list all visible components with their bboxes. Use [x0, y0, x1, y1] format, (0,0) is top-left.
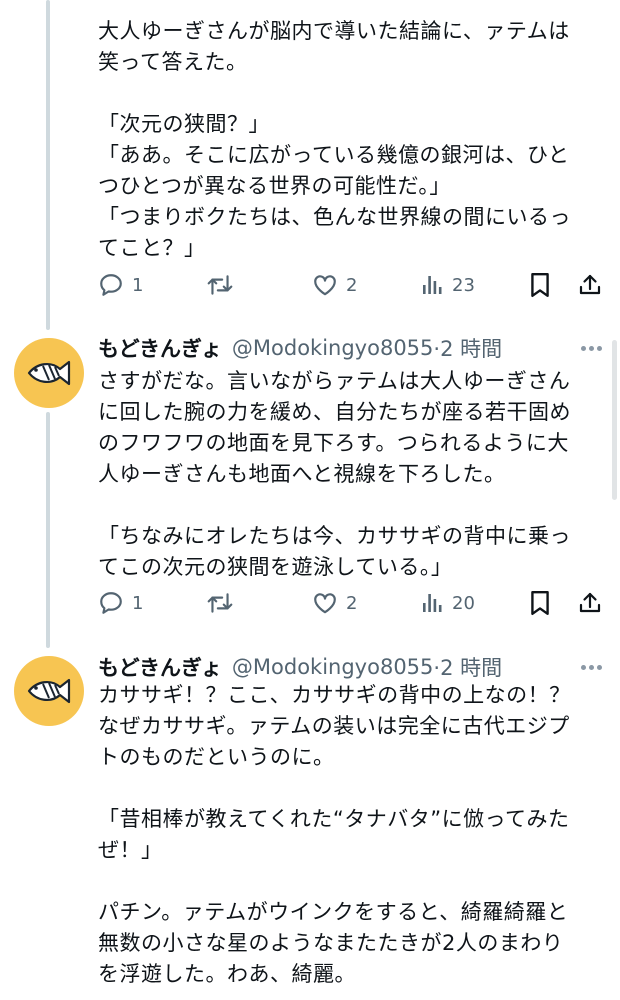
more-button[interactable] [578, 651, 602, 683]
reply-count: 1 [132, 592, 144, 614]
author-name[interactable]: もどきんぎょ [98, 333, 222, 363]
more-icon [581, 664, 586, 670]
retweet-icon [207, 275, 233, 295]
like-count: 2 [346, 274, 358, 296]
tweet-actions: 1 2 23 [98, 268, 602, 302]
heart-icon [314, 275, 336, 296]
author-name[interactable]: もどきんぎょ [98, 652, 222, 682]
bookmark-icon [531, 272, 549, 298]
share-icon [579, 274, 601, 295]
views-count: 23 [452, 274, 475, 296]
timestamp[interactable]: ·2 時間 [433, 652, 502, 682]
views-count: 20 [452, 592, 475, 614]
heart-icon [314, 593, 336, 614]
scrollbar[interactable] [612, 340, 617, 500]
tweet-actions: 1 2 20 [98, 586, 602, 620]
retweet-button[interactable] [206, 586, 234, 620]
reply-icon [100, 592, 122, 614]
share-button[interactable] [578, 586, 602, 620]
views-button[interactable]: 20 [420, 586, 475, 620]
reply-button[interactable]: 1 [98, 268, 143, 302]
retweet-icon [207, 593, 233, 613]
author-handle[interactable]: @Modokingyo8055 [232, 336, 434, 360]
tweet-header: もどきんぎょ @Modokingyo8055 ·2 時間 [98, 651, 602, 683]
share-button[interactable] [578, 268, 602, 302]
fish-avatar-icon [27, 678, 71, 704]
tweet-text: カササギ！？ここ、カササギの背中の上なの！？ なぜカササギ。ァテムの装いは完全に… [98, 683, 571, 986]
bookmark-button[interactable] [528, 586, 552, 620]
like-button[interactable]: 2 [312, 268, 357, 302]
avatar[interactable] [14, 656, 84, 726]
tweet-header: もどきんぎょ @Modokingyo8055 ·2 時間 [98, 332, 602, 364]
reply-icon [100, 274, 122, 296]
thread-line [46, 0, 50, 330]
timestamp[interactable]: ·2 時間 [433, 333, 502, 363]
reply-button[interactable]: 1 [98, 586, 143, 620]
author-handle[interactable]: @Modokingyo8055 [232, 655, 434, 679]
more-icon [581, 345, 586, 351]
like-button[interactable]: 2 [312, 586, 357, 620]
tweet-text: 大人ゆーぎさんが脳内で導いた結論に、ァテムは 笑って答えた。 「次元の狭間？」 … [98, 19, 571, 260]
share-icon [579, 592, 601, 613]
reply-count: 1 [132, 274, 144, 296]
views-icon [423, 276, 442, 294]
like-count: 2 [346, 592, 358, 614]
views-icon [423, 594, 442, 612]
retweet-button[interactable] [206, 268, 234, 302]
avatar[interactable] [14, 338, 84, 408]
fish-avatar-icon [27, 360, 71, 386]
bookmark-icon [531, 590, 549, 616]
thread-line [46, 412, 50, 648]
bookmark-button[interactable] [528, 268, 552, 302]
views-button[interactable]: 23 [420, 268, 475, 302]
tweet-text: さすがだな。言いながらァテムは大人ゆーぎさん に回した腕の力を緩め、自分たちが座… [98, 369, 571, 579]
more-button[interactable] [578, 332, 602, 364]
